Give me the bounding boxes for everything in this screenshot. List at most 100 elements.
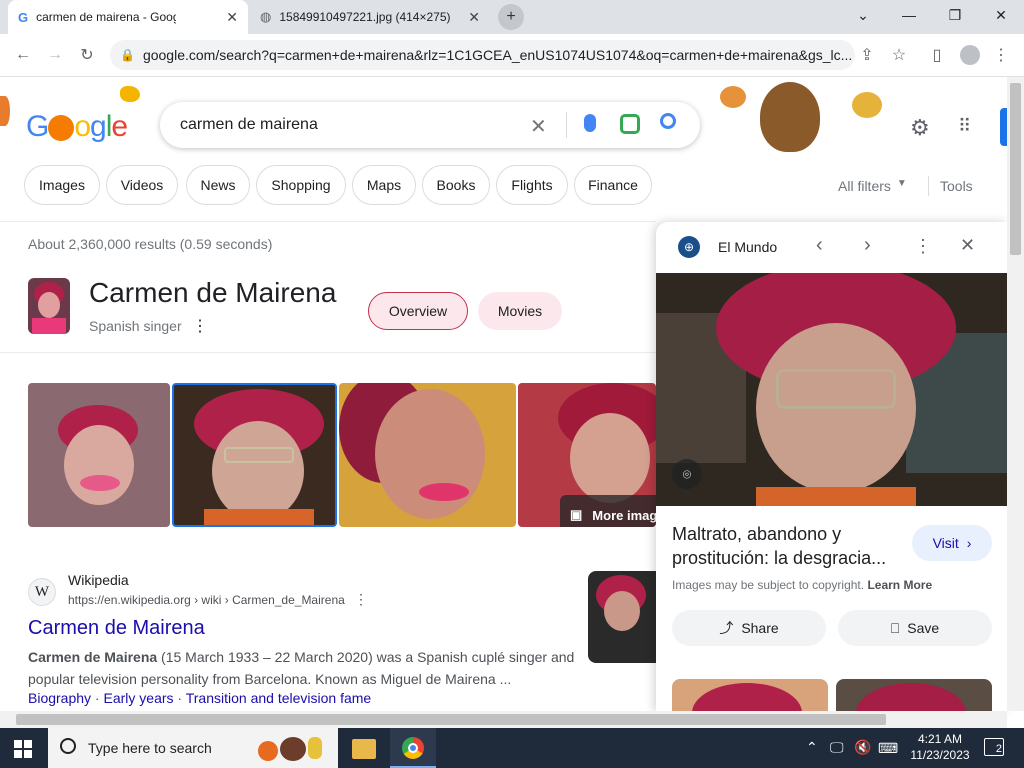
sitelink-biography[interactable]: Biography: [28, 690, 91, 706]
tab-movies[interactable]: Movies: [478, 292, 562, 330]
tab-title: carmen de mairena - Google Se: [36, 10, 176, 24]
windows-start-icon[interactable]: [14, 740, 32, 758]
lens-search-icon[interactable]: [620, 114, 640, 134]
divider: [0, 352, 656, 353]
prev-image-icon[interactable]: ‹: [816, 234, 823, 257]
wikipedia-favicon-icon: W: [28, 578, 56, 606]
separator: ·: [173, 690, 186, 706]
minimize-button[interactable]: —: [886, 0, 932, 30]
notification-count: 2: [995, 743, 1002, 755]
image-caption[interactable]: Maltrato, abandono y prostitución: la de…: [672, 522, 902, 570]
search-highlight-thanksgiving-icon[interactable]: [258, 737, 328, 761]
restore-button[interactable]: ❐: [932, 0, 978, 30]
separator: ·: [91, 690, 104, 706]
sitelink-television-fame[interactable]: Transition and television fame: [186, 690, 371, 706]
kp-thumbnail[interactable]: [28, 278, 70, 334]
related-image[interactable]: [836, 679, 992, 712]
scrollbar-thumb[interactable]: [1010, 83, 1021, 255]
close-panel-icon[interactable]: ✕: [960, 235, 975, 256]
vertical-scrollbar[interactable]: [1007, 77, 1024, 711]
network-icon[interactable]: 🖵: [830, 739, 844, 756]
tab-google-search[interactable]: G carmen de mairena - Google Se ✕: [8, 0, 248, 34]
result-thumbnail[interactable]: [588, 571, 656, 663]
show-hidden-icons-icon[interactable]: ⌃: [806, 739, 818, 756]
chip-videos[interactable]: Videos: [106, 165, 178, 205]
doodle-decoration: [852, 92, 882, 118]
chip-shopping[interactable]: Shopping: [256, 165, 346, 205]
learn-more-link[interactable]: Learn More: [867, 578, 932, 592]
notifications-icon[interactable]: 2: [984, 738, 1004, 756]
result-url: https://en.wikipedia.org › wiki › Carmen…: [68, 593, 345, 607]
new-tab-button[interactable]: +: [498, 4, 524, 30]
clock[interactable]: 4:21 AM 11/23/2023: [910, 731, 970, 763]
back-arrow-icon[interactable]: ←: [8, 40, 38, 70]
close-tab-icon[interactable]: ✕: [226, 9, 238, 26]
url-text: google.com/search?q=carmen+de+mairena&rl…: [142, 47, 853, 63]
all-filters-button[interactable]: All filters ▼: [838, 178, 907, 194]
el-mundo-favicon-icon: ⊕: [678, 236, 700, 258]
save-button[interactable]: ⎕ Save: [838, 610, 992, 646]
chip-flights[interactable]: Flights: [496, 165, 568, 205]
tab-search-icon[interactable]: ⌄: [840, 0, 886, 30]
volume-muted-icon[interactable]: 🔇: [854, 739, 871, 756]
google-doodle-logo[interactable]: Gogle: [26, 110, 128, 144]
doodle-decoration: [120, 86, 140, 102]
share-icon[interactable]: ⇪: [852, 40, 882, 70]
reload-icon[interactable]: ↻: [72, 40, 102, 70]
forward-arrow-icon[interactable]: →: [40, 40, 70, 70]
preview-image[interactable]: ⌾: [656, 273, 1007, 506]
result-more-icon[interactable]: ⋮: [354, 591, 368, 608]
search-box[interactable]: carmen de mairena: [160, 102, 700, 148]
panel-more-icon[interactable]: ⋮: [914, 236, 932, 257]
all-filters-label: All filters: [838, 178, 891, 194]
chip-finance[interactable]: Finance: [574, 165, 652, 205]
profile-avatar-icon[interactable]: [955, 40, 985, 70]
share-label: Share: [741, 620, 779, 636]
related-image[interactable]: [672, 679, 828, 712]
lock-icon: 🔒: [120, 48, 135, 62]
search-icon[interactable]: [660, 113, 676, 129]
result-title-link[interactable]: Carmen de Mairena: [28, 617, 205, 640]
clear-search-icon[interactable]: ✕: [530, 114, 547, 139]
google-favicon-icon: G: [18, 9, 29, 25]
next-image-icon[interactable]: ›: [864, 234, 871, 257]
image-thumbnail[interactable]: [28, 383, 170, 527]
chip-images[interactable]: Images: [24, 165, 100, 205]
tab-overview[interactable]: Overview: [368, 292, 468, 330]
image-thumbnail[interactable]: [339, 383, 516, 527]
more-images-button[interactable]: ▣ More images: [560, 495, 656, 527]
voice-search-icon[interactable]: [584, 114, 596, 132]
result-snippet: Carmen de Mairena (15 March 1933 – 22 Ma…: [28, 646, 583, 690]
share-button[interactable]: ⤴ Share: [672, 610, 826, 646]
apps-grid-icon[interactable]: ⠿: [958, 116, 971, 137]
side-panel-icon[interactable]: ▯: [922, 40, 952, 70]
bookmark-star-icon[interactable]: ☆: [884, 40, 914, 70]
tab-image[interactable]: ◍ 15849910497221.jpg (414×275) ✕: [250, 0, 490, 34]
chip-books[interactable]: Books: [422, 165, 490, 205]
more-menu-icon[interactable]: ⋮: [986, 40, 1016, 70]
tools-button[interactable]: Tools: [940, 178, 973, 194]
chrome-taskbar-button[interactable]: [390, 728, 436, 768]
chip-news[interactable]: News: [186, 165, 250, 205]
search-query-input[interactable]: carmen de mairena: [180, 116, 318, 134]
keyboard-icon[interactable]: ⌨: [878, 740, 898, 757]
address-bar[interactable]: 🔒 google.com/search?q=carmen+de+mairena&…: [110, 40, 855, 70]
lens-icon[interactable]: ⌾: [672, 459, 702, 489]
visit-button[interactable]: Visit ›: [912, 525, 992, 561]
file-explorer-icon[interactable]: [352, 739, 376, 759]
scrollbar-thumb[interactable]: [16, 714, 886, 725]
settings-gear-icon[interactable]: ⚙: [910, 115, 930, 141]
image-thumbnail[interactable]: ▣ More images: [518, 383, 656, 527]
chip-maps[interactable]: Maps: [352, 165, 416, 205]
clock-time: 4:21 AM: [917, 732, 963, 746]
source-name[interactable]: El Mundo: [718, 239, 777, 255]
kp-subtitle: Spanish singer: [89, 318, 182, 334]
image-thumbnail-selected[interactable]: [172, 383, 337, 527]
close-tab-icon[interactable]: ✕: [468, 9, 480, 26]
copyright-text: Images may be subject to copyright.: [672, 578, 865, 592]
copyright-notice: Images may be subject to copyright. Lear…: [672, 578, 932, 592]
kp-more-icon[interactable]: ⋮: [192, 316, 208, 336]
sitelink-early-years[interactable]: Early years: [104, 690, 174, 706]
close-window-button[interactable]: ✕: [978, 0, 1024, 30]
horizontal-scrollbar[interactable]: [0, 711, 1007, 728]
